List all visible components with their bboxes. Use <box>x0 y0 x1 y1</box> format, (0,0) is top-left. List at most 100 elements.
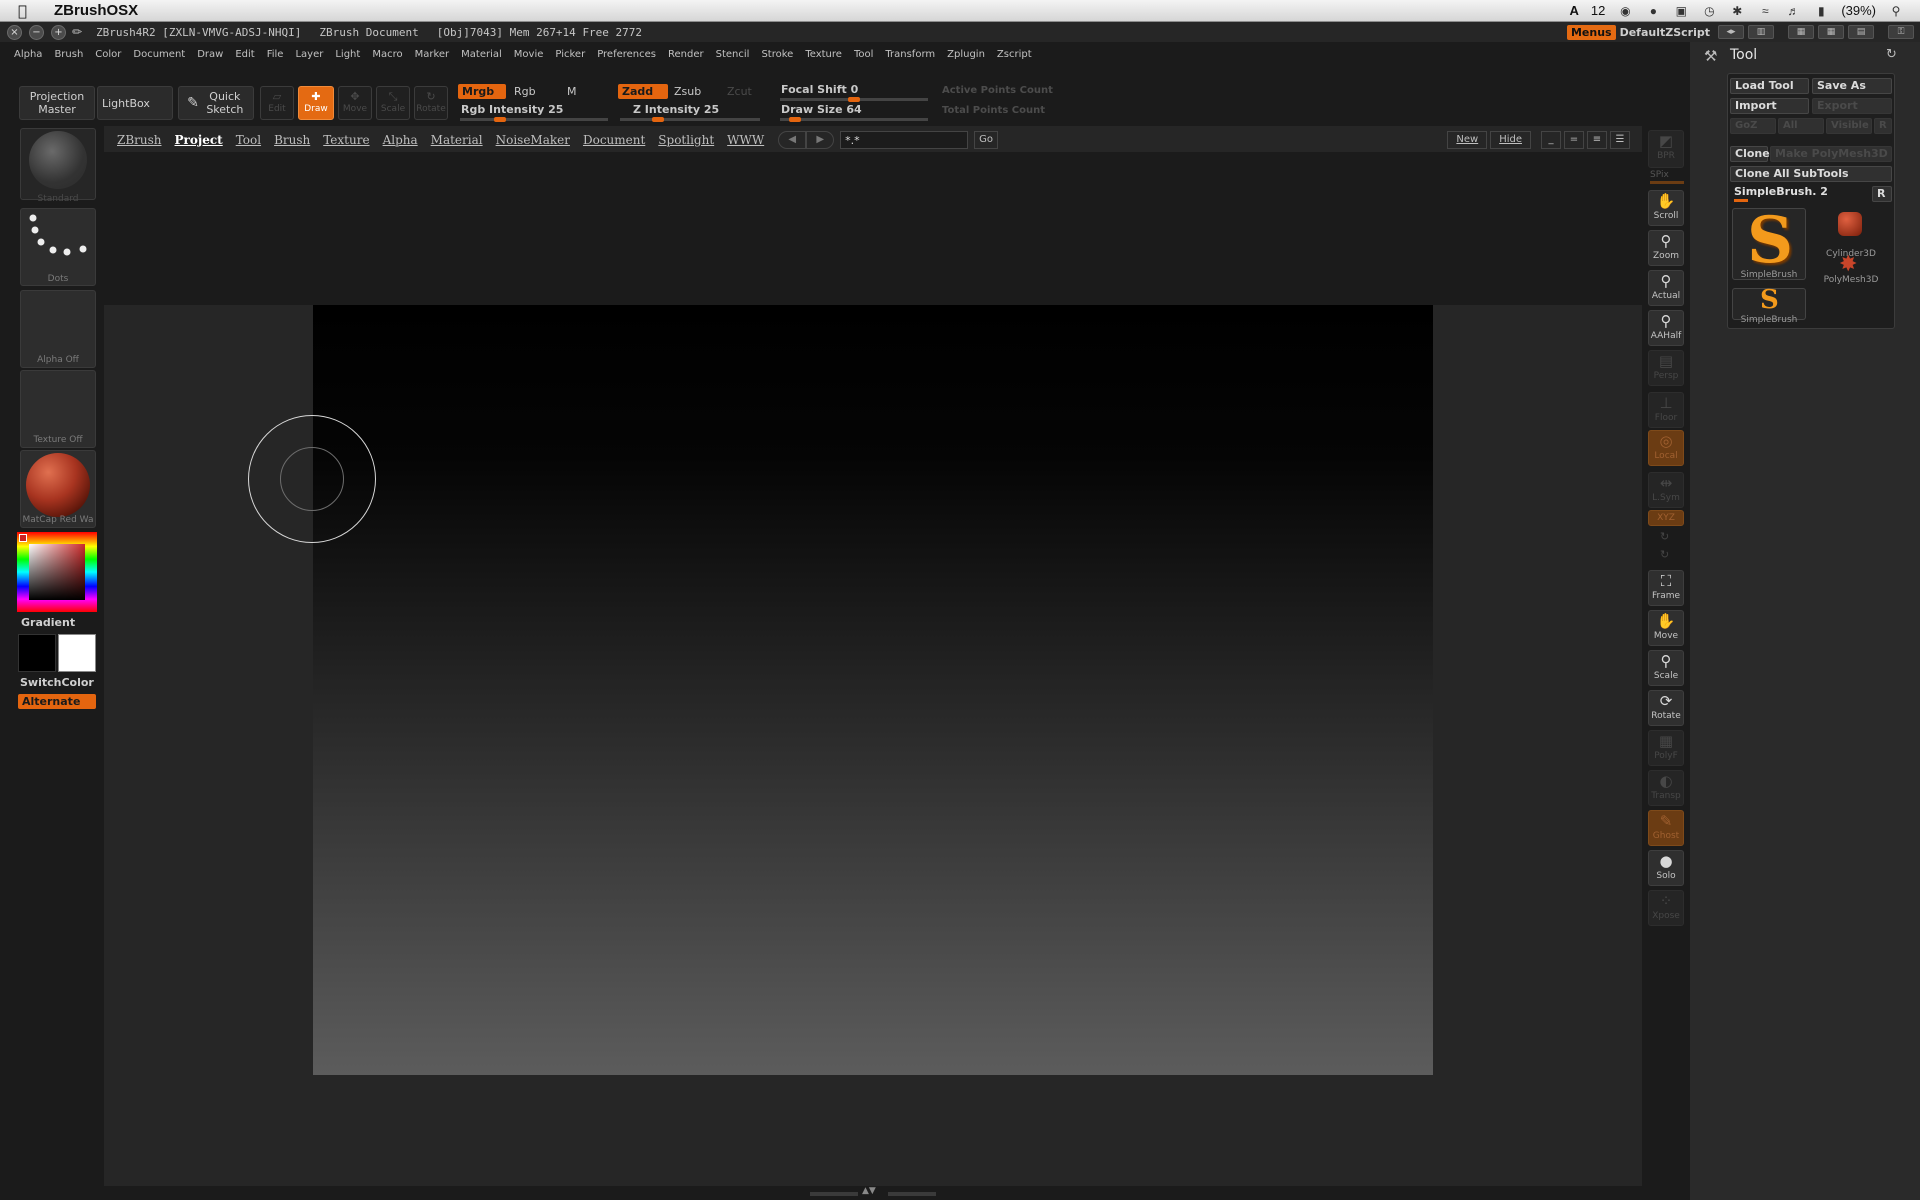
volume-icon[interactable]: ♬ <box>1785 4 1801 18</box>
current-tool-slider-knob[interactable] <box>1734 199 1748 202</box>
main-color-swatch[interactable] <box>18 634 56 672</box>
color-picker[interactable] <box>17 532 97 612</box>
hide-button[interactable]: Hide <box>1490 131 1531 149</box>
menu-item-document[interactable]: Document <box>133 49 185 60</box>
default-zscript[interactable]: DefaultZScript <box>1620 26 1710 39</box>
clone-all-subtools-button[interactable]: Clone All SubTools <box>1730 166 1892 182</box>
menu-item-picker[interactable]: Picker <box>555 49 585 60</box>
bluetooth-icon[interactable]: ✱ <box>1729 4 1745 18</box>
edit-button[interactable]: ▱ Edit <box>260 86 294 120</box>
gradient-label[interactable]: Gradient <box>21 616 75 629</box>
wifi-icon[interactable]: ≈ <box>1757 4 1773 18</box>
menu-item-stencil[interactable]: Stencil <box>716 49 750 60</box>
draw-size-knob[interactable] <box>789 117 801 122</box>
rotate-button[interactable]: ↻ Rotate <box>414 86 448 120</box>
tab-noisemaker[interactable]: NoiseMaker <box>496 133 570 147</box>
persp-button[interactable]: ▤ Persp <box>1648 350 1684 386</box>
time-machine-icon[interactable]: ◷ <box>1701 4 1717 18</box>
aahalf-button[interactable]: ⚲ AAHalf <box>1648 310 1684 346</box>
brush-slot[interactable] <box>20 128 96 200</box>
battery-icon[interactable]: ▮ <box>1813 4 1829 18</box>
load-tool-button[interactable]: Load Tool <box>1730 78 1809 94</box>
menu-item-material[interactable]: Material <box>461 49 502 60</box>
goz-r-button[interactable]: R <box>1874 118 1892 134</box>
tab-project[interactable]: Project <box>175 133 223 147</box>
menu-item-tool[interactable]: Tool <box>854 49 873 60</box>
polyf-button[interactable]: ▦ PolyF <box>1648 730 1684 766</box>
move-view-button[interactable]: ✋ Move <box>1648 610 1684 646</box>
save-as-button[interactable]: Save As <box>1812 78 1892 94</box>
transp-button[interactable]: ◐ Transp <box>1648 770 1684 806</box>
layout-toggle-icon[interactable]: ▥ <box>1748 25 1774 39</box>
export-button[interactable]: Export <box>1812 98 1892 114</box>
menu-item-draw[interactable]: Draw <box>197 49 223 60</box>
tile-icon[interactable]: ▦ <box>1788 25 1814 39</box>
ui-arrows-icon[interactable]: ◂▸ <box>1718 25 1744 39</box>
m-toggle[interactable]: M <box>567 85 577 98</box>
menu-item-layer[interactable]: Layer <box>295 49 323 60</box>
sync-icon[interactable]: ● <box>1645 4 1661 18</box>
tab-material[interactable]: Material <box>431 133 483 147</box>
current-tool-slider[interactable]: SimpleBrush. 2 <box>1730 185 1870 202</box>
actual-button[interactable]: ⚲ Actual <box>1648 270 1684 306</box>
zsub-toggle[interactable]: Zsub <box>674 85 701 98</box>
spix-slider[interactable] <box>1650 181 1684 184</box>
menu-item-brush[interactable]: Brush <box>54 49 83 60</box>
view-medium-icon[interactable]: = <box>1564 131 1584 149</box>
maximize-icon[interactable]: + <box>51 24 66 40</box>
ghost-button[interactable]: ✎ Ghost <box>1648 810 1684 846</box>
floor-button[interactable]: ⊥ Floor <box>1648 392 1684 428</box>
menu-item-zscript[interactable]: Zscript <box>997 49 1032 60</box>
bpr-button[interactable]: ◩ BPR <box>1648 130 1684 168</box>
menu-item-transform[interactable]: Transform <box>885 49 935 60</box>
menu-item-stroke[interactable]: Stroke <box>761 49 793 60</box>
tab-brush[interactable]: Brush <box>274 133 310 147</box>
lightbox-button[interactable]: LightBox <box>97 86 173 120</box>
xpose-button[interactable]: ⁘ Xpose <box>1648 890 1684 926</box>
draw-size-label[interactable]: Draw Size 64 <box>781 103 862 116</box>
move-button[interactable]: ✥ Move <box>338 86 372 120</box>
view-list-icon[interactable]: ≡ <box>1587 131 1607 149</box>
menu-item-macro[interactable]: Macro <box>372 49 402 60</box>
axis-z-icon[interactable]: ↻ <box>1660 548 1669 561</box>
tray-toggle-icon[interactable]: ▲▼ <box>862 1186 876 1196</box>
goz-visible-button[interactable]: Visible <box>1826 118 1872 134</box>
rgb-intensity-label[interactable]: Rgb Intensity 25 <box>461 103 563 116</box>
menu-item-file[interactable]: File <box>267 49 284 60</box>
spotlight-search-icon[interactable]: ⚲ <box>1888 4 1904 18</box>
evernote-icon[interactable]: ◉ <box>1617 4 1633 18</box>
lock-icon[interactable]: ⚿ <box>1888 25 1914 39</box>
focal-shift-slider[interactable] <box>780 97 928 102</box>
menus-toggle[interactable]: Menus <box>1566 24 1616 40</box>
import-button[interactable]: Import <box>1730 98 1809 114</box>
z-intensity-knob[interactable] <box>652 117 664 122</box>
tile2-icon[interactable]: ▦ <box>1818 25 1844 39</box>
focal-shift-knob[interactable] <box>848 97 860 102</box>
menu-item-zplugin[interactable]: Zplugin <box>947 49 985 60</box>
app-name[interactable]: ZBrushOSX <box>54 2 138 19</box>
frame-button[interactable]: ⛶ Frame <box>1648 570 1684 606</box>
tab-tool[interactable]: Tool <box>236 133 261 147</box>
solo-button[interactable]: ● Solo <box>1648 850 1684 886</box>
tool-palette-hammer-icon[interactable]: ⚒ <box>1704 47 1717 65</box>
tile3-icon[interactable]: ▤ <box>1848 25 1874 39</box>
tab-www[interactable]: WWW <box>727 133 764 147</box>
adobe-icon[interactable]: A <box>1569 3 1578 18</box>
tab-spotlight[interactable]: Spotlight <box>658 133 714 147</box>
menu-item-light[interactable]: Light <box>335 49 360 60</box>
make-polymesh-button[interactable]: Make PolyMesh3D <box>1770 146 1892 162</box>
mrgb-toggle[interactable]: Mrgb <box>458 84 506 99</box>
spix-label[interactable]: SPix <box>1650 170 1669 180</box>
menu-item-movie[interactable]: Movie <box>514 49 544 60</box>
view-detail-icon[interactable]: ☰ <box>1610 131 1630 149</box>
apple-icon[interactable]:  <box>18 2 40 20</box>
menu-item-color[interactable]: Color <box>95 49 121 60</box>
bottom-tray-handle[interactable]: ▲▼ <box>0 1186 1920 1200</box>
projection-master-button[interactable]: Projection Master <box>19 86 95 120</box>
current-tool-r-button[interactable]: R <box>1872 186 1892 202</box>
draw-button[interactable]: ✚ Draw <box>298 86 334 120</box>
tab-document[interactable]: Document <box>583 133 645 147</box>
minimize-icon[interactable]: − <box>29 24 44 40</box>
goz-all-button[interactable]: All <box>1778 118 1824 134</box>
go-button[interactable]: Go <box>974 131 999 149</box>
